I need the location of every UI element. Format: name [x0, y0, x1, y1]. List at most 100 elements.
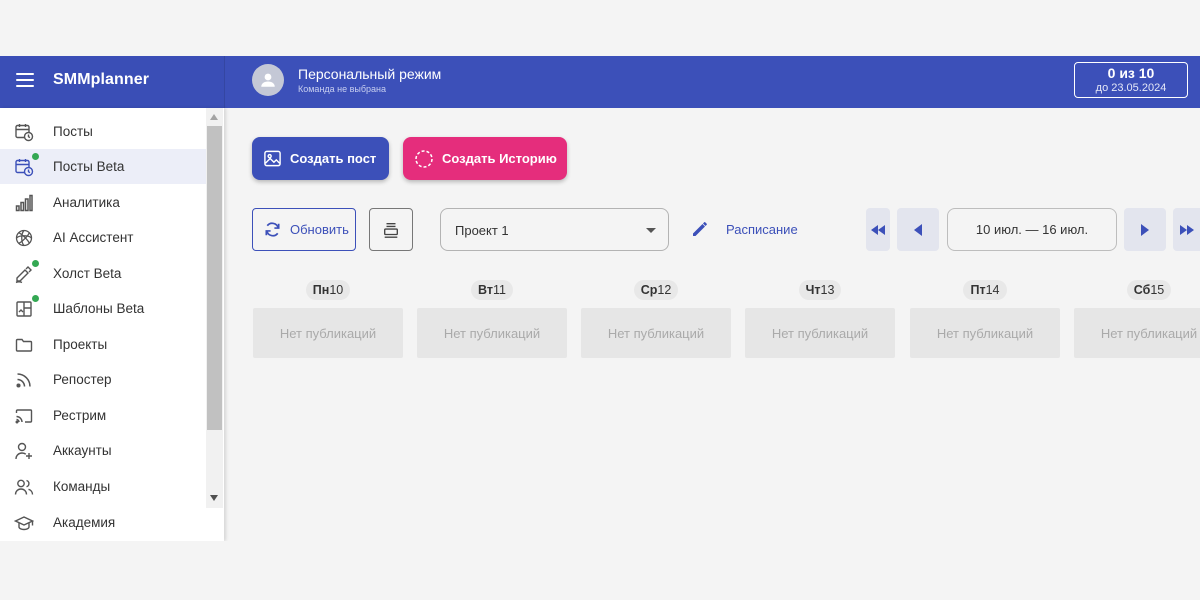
schedule-label: Расписание — [726, 221, 798, 237]
day-header: Сб 15 — [1126, 280, 1172, 300]
day-column: Ср 12 Нет публикаций — [581, 280, 731, 358]
scroll-up-arrow-icon[interactable] — [210, 114, 218, 120]
create-story-button[interactable]: Создать Историю — [403, 137, 567, 180]
sidebar-item-accounts[interactable]: Аккаунты — [0, 433, 206, 468]
sidebar-item-label: Проекты — [53, 337, 108, 352]
brand-name: SMMplanner — [53, 71, 150, 88]
users-icon — [14, 477, 34, 497]
view-mode-button[interactable] — [369, 208, 413, 251]
project-select[interactable]: Проект 1 — [440, 208, 669, 251]
empty-day-slot[interactable]: Нет публикаций — [253, 308, 403, 358]
day-header: Чт 13 — [798, 280, 842, 300]
prev-week-button[interactable] — [897, 208, 939, 251]
refresh-label: Обновить — [290, 222, 349, 237]
top-bar: SMMplanner Персональный режим Команда не… — [0, 56, 1200, 108]
user-switcher[interactable]: Персональный режим Команда не выбрана — [252, 64, 441, 96]
refresh-icon — [265, 222, 280, 237]
menu-icon[interactable] — [16, 73, 34, 89]
scroll-thumb[interactable] — [207, 126, 222, 430]
chevron-down-icon — [646, 228, 656, 233]
pencil-icon — [693, 222, 707, 236]
calendar-clock-icon — [14, 122, 34, 142]
sidebar-item-templates-beta[interactable]: Шаблоны Beta — [0, 291, 206, 326]
first-week-button[interactable] — [866, 208, 890, 251]
calendar-clock-icon — [14, 157, 34, 177]
new-badge — [32, 295, 39, 302]
sidebar-item-reposter[interactable]: Репостер — [0, 362, 206, 397]
story-circle-icon — [415, 149, 433, 168]
project-select-value: Проект 1 — [455, 223, 509, 238]
sidebar-item-label: Академия — [53, 515, 116, 530]
template-icon — [14, 299, 34, 319]
sidebar-item-label: Команды — [53, 479, 111, 494]
refresh-button[interactable]: Обновить — [252, 208, 356, 251]
rss-icon — [14, 370, 34, 390]
sidebar-item-restream[interactable]: Рестрим — [0, 398, 206, 433]
sidebar-item-label: Шаблоны Beta — [53, 301, 145, 316]
new-badge — [32, 260, 39, 267]
sidebar-item-label: Аналитика — [53, 195, 120, 210]
cast-icon — [14, 406, 34, 426]
quota-badge[interactable]: 0 из 10 до 23.05.2024 — [1074, 62, 1188, 98]
view-toggle-icon — [384, 222, 398, 238]
last-week-button[interactable] — [1173, 208, 1200, 251]
user-team-subtitle: Команда не выбрана — [298, 84, 387, 94]
sidebar-item-academy[interactable]: Академия — [0, 505, 206, 540]
avatar — [252, 64, 284, 96]
user-mode-title: Персональный режим — [298, 66, 442, 82]
quota-date: до 23.05.2024 — [1095, 82, 1167, 94]
create-story-label: Создать Историю — [442, 151, 557, 166]
scroll-down-arrow-icon[interactable] — [210, 495, 218, 501]
brand-area: SMMplanner — [0, 56, 224, 108]
user-icon — [261, 73, 275, 87]
arrow-right-icon — [1141, 223, 1149, 236]
day-header: Ср 12 — [633, 280, 679, 300]
day-header: Пн 10 — [305, 280, 351, 300]
create-post-button[interactable]: Создать пост — [252, 137, 389, 180]
empty-day-slot[interactable]: Нет публикаций — [745, 308, 895, 358]
day-column: Пт 14 Нет публикаций — [910, 280, 1060, 358]
empty-day-slot[interactable]: Нет публикаций — [417, 308, 567, 358]
sidebar-item-projects[interactable]: Проекты — [0, 327, 206, 362]
sidebar-item-label: Рестрим — [53, 408, 107, 423]
day-column: Пн 10 Нет публикаций — [253, 280, 403, 358]
next-week-button[interactable] — [1124, 208, 1166, 251]
image-icon — [264, 150, 281, 167]
day-column: Чт 13 Нет публикаций — [745, 280, 895, 358]
schedule-button[interactable]: Расписание — [690, 218, 798, 240]
arrow-left-icon — [914, 223, 922, 236]
sidebar-item-label: Посты — [53, 124, 93, 139]
sidebar-item-label: AI Ассистент — [53, 230, 134, 245]
user-plus-icon — [14, 441, 34, 461]
double-arrow-left-icon — [871, 224, 885, 235]
empty-day-slot[interactable]: Нет публикаций — [581, 308, 731, 358]
day-column: Сб 15 Нет публикаций — [1074, 280, 1200, 358]
double-arrow-right-icon — [1179, 224, 1194, 235]
sidebar-item-ai-assistant[interactable]: AI Ассистент — [0, 220, 206, 255]
sidebar-item-posts[interactable]: Посты — [0, 114, 206, 149]
date-range[interactable]: 10 июл. — 16 июл. — [947, 208, 1117, 251]
quota-count: 0 из 10 — [1107, 65, 1155, 81]
canvas-icon — [14, 264, 34, 284]
folder-icon — [14, 335, 34, 355]
empty-day-slot[interactable]: Нет публикаций — [910, 308, 1060, 358]
sidebar-item-label: Аккаунты — [53, 443, 112, 458]
sidebar-item-label: Посты Beta — [53, 159, 125, 174]
sidebar-item-canvas-beta[interactable]: Холст Beta — [0, 256, 206, 291]
app-window: SMMplanner Персональный режим Команда не… — [0, 56, 1200, 541]
sidebar: Посты Посты Beta Аналитика AI Ассистент … — [0, 108, 224, 541]
day-header: Пт 14 — [963, 280, 1007, 300]
sidebar-item-analytics[interactable]: Аналитика — [0, 185, 206, 220]
sidebar-item-teams[interactable]: Команды — [0, 469, 206, 504]
ai-knot-icon — [14, 228, 34, 248]
day-header: Вт 11 — [471, 280, 513, 300]
sidebar-scrollbar[interactable] — [206, 108, 223, 508]
sidebar-item-label: Холст Beta — [53, 266, 122, 281]
new-badge — [32, 153, 39, 160]
sidebar-item-label: Репостер — [53, 372, 112, 387]
bar-chart-icon — [14, 193, 34, 213]
sidebar-item-posts-beta[interactable]: Посты Beta — [0, 149, 206, 184]
create-post-label: Создать пост — [290, 151, 377, 166]
graduation-cap-icon — [14, 513, 34, 533]
empty-day-slot[interactable]: Нет публикаций — [1074, 308, 1200, 358]
